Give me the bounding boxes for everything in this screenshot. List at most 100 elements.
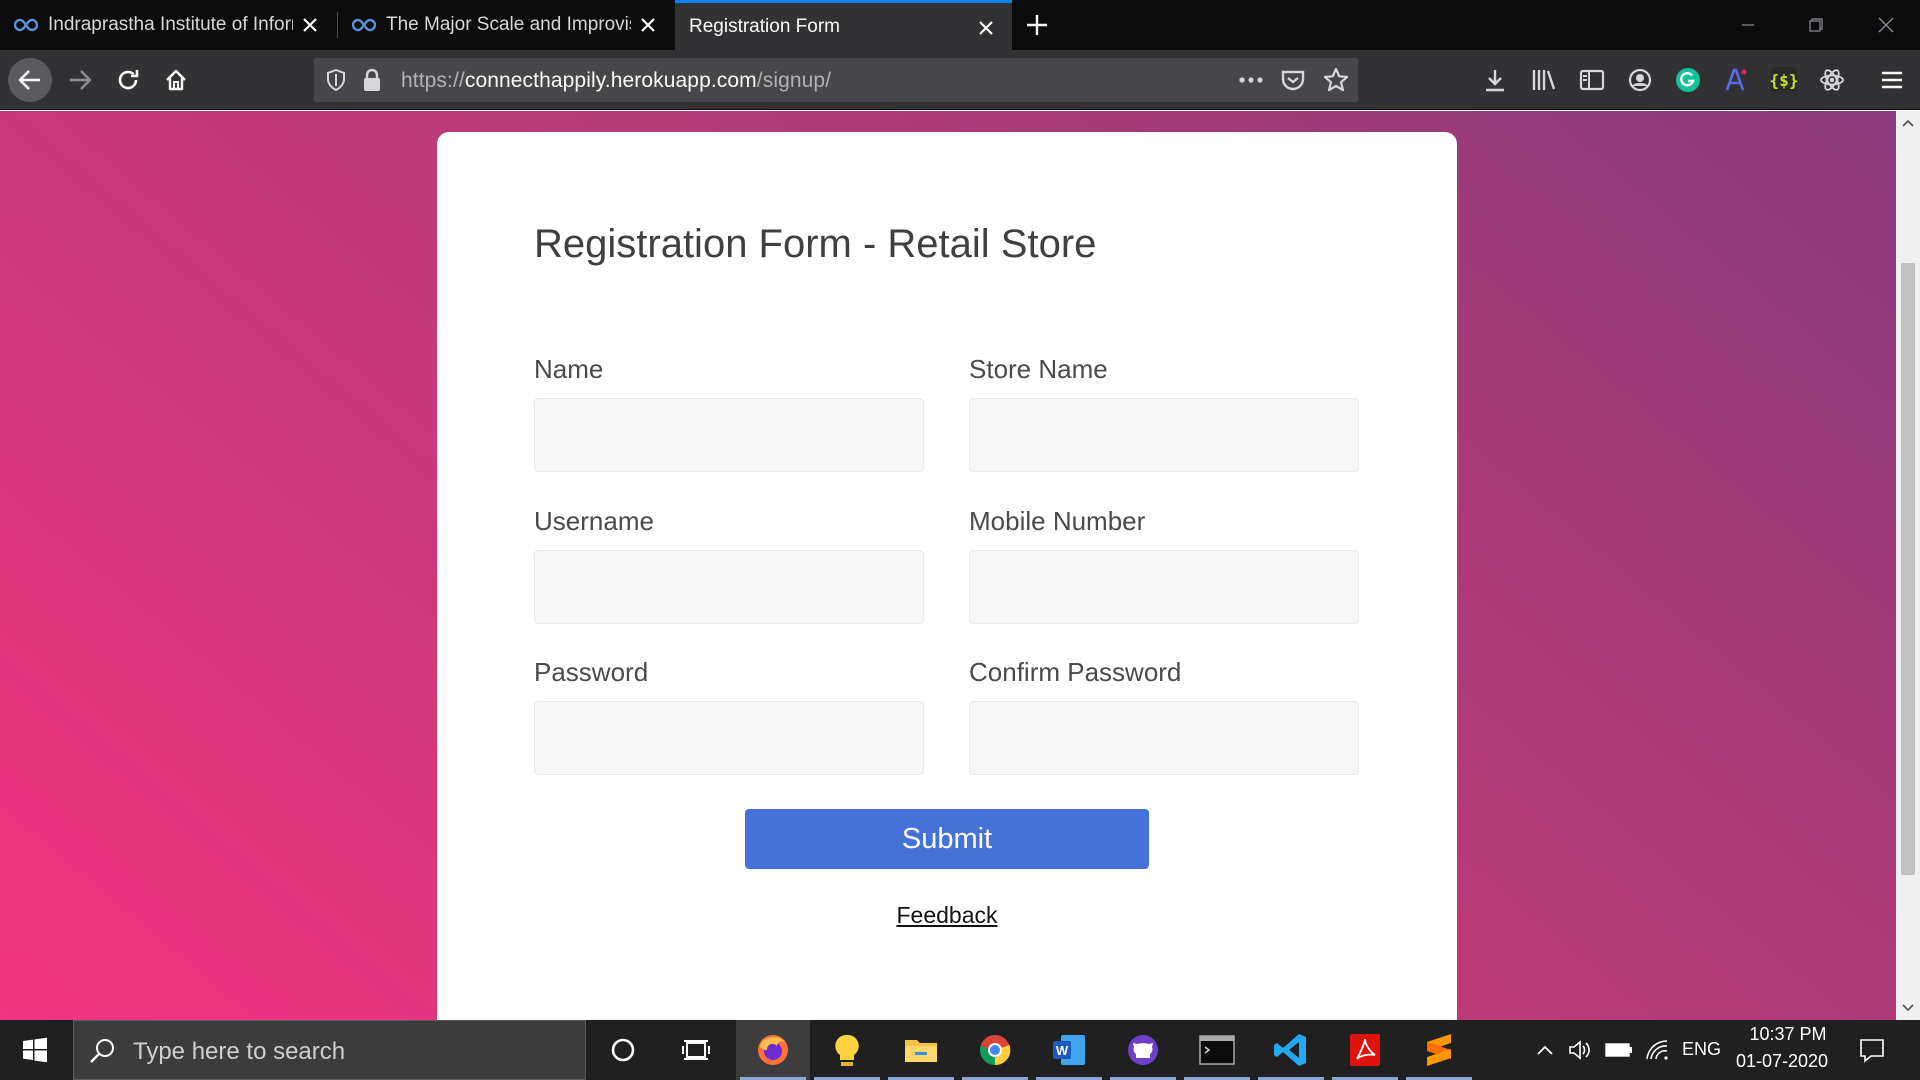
volume-icon[interactable] xyxy=(1565,1020,1595,1080)
url-text[interactable]: https://connecthappily.herokuapp.com/sig… xyxy=(401,69,831,93)
minimize-button[interactable] xyxy=(1714,0,1782,50)
more-actions-icon[interactable] xyxy=(1238,68,1264,92)
start-button[interactable] xyxy=(0,1020,70,1080)
hamburger-menu-icon[interactable] xyxy=(1876,64,1908,96)
taskbar-app-vscode[interactable] xyxy=(1254,1020,1328,1080)
url-host: connecthappily.herokuapp.com xyxy=(464,69,757,92)
bookmark-star-icon[interactable] xyxy=(1322,66,1350,94)
clock-date[interactable]: 01-07-2020 xyxy=(1734,1051,1830,1072)
grammarly-icon[interactable] xyxy=(1672,64,1704,96)
lock-icon[interactable] xyxy=(360,67,384,93)
tab-major-scale[interactable]: The Major Scale and Improvisin xyxy=(338,0,674,50)
store-name-label: Store Name xyxy=(969,354,1108,384)
json-extension-icon[interactable]: {$} xyxy=(1768,64,1800,96)
chrome-icon xyxy=(979,1035,1011,1066)
search-placeholder: Type here to search xyxy=(133,1038,346,1065)
font-extension-icon[interactable] xyxy=(1720,64,1752,96)
downloads-icon[interactable] xyxy=(1479,64,1511,96)
page-viewport: Registration Form - Retail Store Name St… xyxy=(0,111,1896,1020)
close-window-button[interactable] xyxy=(1852,0,1920,50)
taskbar-app-file-explorer[interactable] xyxy=(884,1020,958,1080)
url-path: /signup/ xyxy=(756,69,832,92)
sidebar-icon[interactable] xyxy=(1576,64,1608,96)
feedback-wrapper: Feedback xyxy=(437,902,1457,929)
taskbar-app-sublime[interactable] xyxy=(1402,1020,1476,1080)
tab-title: The Major Scale and Improvisin xyxy=(386,14,631,35)
account-icon[interactable] xyxy=(1624,64,1656,96)
library-icon[interactable] xyxy=(1528,64,1560,96)
username-input[interactable] xyxy=(534,550,924,624)
restore-button[interactable] xyxy=(1782,0,1850,50)
taskbar-app-command-prompt[interactable] xyxy=(1180,1020,1254,1080)
browser-tab-bar: Indraprastha Institute of Inform The Maj… xyxy=(0,0,1920,50)
close-tab-icon[interactable] xyxy=(636,13,660,37)
taskbar-search-box[interactable]: Type here to search xyxy=(73,1020,586,1080)
word-icon: W xyxy=(1053,1035,1085,1065)
tray-overflow-icon[interactable] xyxy=(1530,1020,1560,1080)
taskbar-app-github-desktop[interactable] xyxy=(1106,1020,1180,1080)
tab-title: Indraprastha Institute of Inform xyxy=(48,14,293,35)
language-indicator[interactable]: ENG xyxy=(1682,1039,1721,1060)
form-title: Registration Form - Retail Store xyxy=(534,222,1097,266)
shield-icon[interactable] xyxy=(322,66,350,94)
react-devtools-icon[interactable] xyxy=(1816,64,1848,96)
password-input[interactable] xyxy=(534,701,924,775)
username-label: Username xyxy=(534,506,654,536)
confirm-password-label: Confirm Password xyxy=(969,657,1182,687)
vscode-icon xyxy=(1274,1034,1306,1066)
infinity-icon xyxy=(14,18,38,32)
firefox-icon xyxy=(758,1035,788,1065)
cortana-circle-icon xyxy=(611,1038,635,1062)
clock-time[interactable]: 10:37 PM xyxy=(1746,1024,1830,1045)
confirm-password-input[interactable] xyxy=(969,701,1359,775)
close-tab-icon[interactable] xyxy=(974,16,998,40)
url-bar[interactable]: https://connecthappily.herokuapp.com/sig… xyxy=(314,58,1358,102)
wifi-icon[interactable] xyxy=(1640,1020,1674,1080)
taskbar-app-acrobat[interactable] xyxy=(1328,1020,1402,1080)
battery-icon[interactable] xyxy=(1602,1020,1636,1080)
windows-logo-icon xyxy=(23,1037,47,1063)
url-scheme: https:// xyxy=(401,69,465,92)
taskbar-app-chrome[interactable] xyxy=(958,1020,1032,1080)
mobile-number-input[interactable] xyxy=(969,550,1359,624)
svg-text:W: W xyxy=(1056,1043,1069,1058)
reload-button[interactable] xyxy=(106,58,150,102)
close-tab-icon[interactable] xyxy=(298,13,322,37)
terminal-icon xyxy=(1199,1035,1235,1065)
browser-toolbar: https://connecthappily.herokuapp.com/sig… xyxy=(0,50,1920,110)
back-button[interactable] xyxy=(8,58,52,102)
feedback-link[interactable]: Feedback xyxy=(896,902,997,928)
task-view-button[interactable] xyxy=(668,1020,724,1080)
folder-icon xyxy=(905,1040,937,1062)
store-name-input[interactable] xyxy=(969,398,1359,472)
name-label: Name xyxy=(534,354,604,384)
windows-taskbar: Type here to search W ENG 10:37 PM 01-07… xyxy=(0,1020,1920,1080)
notification-center-icon[interactable] xyxy=(1848,1020,1896,1080)
lightbulb-icon xyxy=(835,1034,859,1066)
scroll-up-arrow-icon[interactable] xyxy=(1896,111,1920,135)
scroll-thumb[interactable] xyxy=(1901,263,1915,875)
pdf-icon xyxy=(1350,1034,1380,1066)
svg-text:{$}: {$} xyxy=(1770,71,1798,90)
tab-title: Registration Form xyxy=(689,15,840,37)
github-icon xyxy=(1128,1035,1158,1065)
cortana-button[interactable] xyxy=(595,1020,651,1080)
scroll-down-arrow-icon[interactable] xyxy=(1896,996,1920,1020)
mobile-number-label: Mobile Number xyxy=(969,506,1146,536)
taskbar-app-firefox[interactable] xyxy=(736,1020,810,1080)
password-label: Password xyxy=(534,657,649,687)
forward-button[interactable] xyxy=(58,58,102,102)
tab-iiit[interactable]: Indraprastha Institute of Inform xyxy=(0,0,336,50)
pocket-icon[interactable] xyxy=(1280,67,1306,93)
taskbar-app-tips[interactable] xyxy=(810,1020,884,1080)
new-tab-button[interactable] xyxy=(1018,0,1056,50)
tab-registration-form[interactable]: Registration Form xyxy=(675,0,1012,50)
sublime-icon xyxy=(1427,1034,1451,1066)
page-scrollbar[interactable] xyxy=(1896,111,1920,1020)
infinity-icon xyxy=(352,18,376,32)
home-button[interactable] xyxy=(154,58,198,102)
task-view-icon xyxy=(682,1040,710,1060)
name-input[interactable] xyxy=(534,398,924,472)
taskbar-app-word[interactable]: W xyxy=(1032,1020,1106,1080)
submit-button[interactable]: Submit xyxy=(745,809,1149,869)
